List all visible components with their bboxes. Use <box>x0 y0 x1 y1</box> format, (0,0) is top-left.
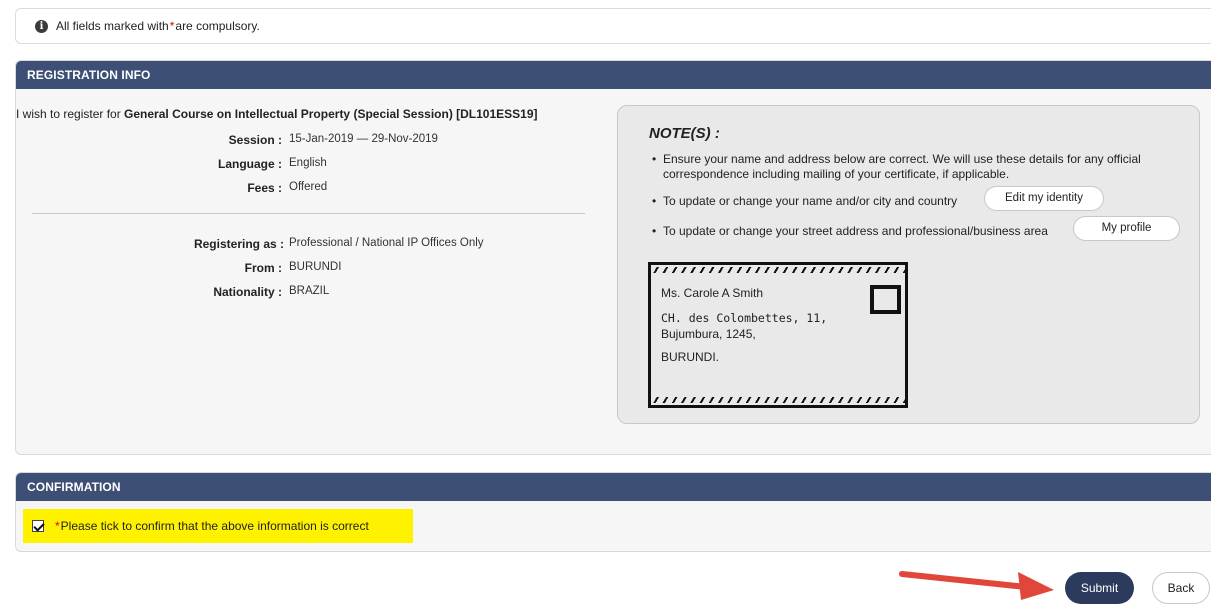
confirm-checkbox[interactable] <box>32 520 44 532</box>
fees-value: Offered <box>289 181 328 193</box>
edit-identity-button[interactable]: Edit my identity <box>984 186 1104 211</box>
bullet: • <box>652 224 657 238</box>
compulsory-notice: i All fields marked with * are compulsor… <box>15 8 1211 44</box>
course-title: General Course on Intellectual Property … <box>124 107 538 121</box>
envelope-country: BURUNDI. <box>661 350 720 364</box>
notice-prefix: All fields marked with <box>56 19 169 33</box>
address-envelope: Ms. Carole A Smith CH. des Colombettes, … <box>648 262 908 408</box>
registering-as-label: Registering as : <box>193 237 284 251</box>
from-label: From : <box>244 261 282 275</box>
session-value: 15-Jan-2019 — 29-Nov-2019 <box>289 133 438 145</box>
language-label: Language : <box>217 157 282 171</box>
notice-suffix: are compulsory. <box>175 19 260 33</box>
registration-header: REGISTRATION INFO <box>16 61 1211 89</box>
nationality-value: BRAZIL <box>289 285 330 297</box>
note-item-name-address: • Ensure your name and address below are… <box>652 152 1182 182</box>
from-value: BURUNDI <box>289 261 342 273</box>
envelope-name: Ms. Carole A Smith <box>661 286 764 300</box>
confirm-text: Please tick to confirm that the above in… <box>60 519 369 533</box>
session-label: Session : <box>228 133 282 147</box>
envelope-street: CH. des Colombettes, 11, <box>661 311 828 325</box>
note-text: Ensure your name and address below are c… <box>663 152 1141 181</box>
submit-button[interactable]: Submit <box>1065 572 1134 604</box>
nationality-label: Nationality : <box>213 285 282 299</box>
language-value: English <box>289 157 327 169</box>
note-item-profile: • To update or change your street addres… <box>652 224 1112 239</box>
intro-text: I wish to register for <box>16 107 121 121</box>
registering-as-value: Professional / National IP Offices Only <box>289 237 484 249</box>
note-text: To update or change your street address … <box>663 224 1048 238</box>
back-button[interactable]: Back <box>1152 572 1210 604</box>
fees-label: Fees : <box>247 181 282 195</box>
airmail-stripe-top <box>651 267 905 273</box>
info-icon: i <box>35 19 48 33</box>
section-divider <box>32 213 585 214</box>
note-text: To update or change your name and/or cit… <box>663 194 958 208</box>
red-arrow-icon <box>899 571 1054 600</box>
notes-title: NOTE(S) : <box>649 125 720 142</box>
stamp-icon <box>870 285 901 314</box>
my-profile-button[interactable]: My profile <box>1073 216 1180 241</box>
confirmation-header: CONFIRMATION <box>16 473 1211 501</box>
note-item-identity: • To update or change your name and/or c… <box>652 194 1012 209</box>
required-star: * <box>55 519 60 533</box>
airmail-stripe-bottom <box>651 397 905 403</box>
bullet: • <box>652 152 657 166</box>
required-star: * <box>169 19 175 33</box>
bullet: • <box>652 194 657 208</box>
registration-intro: I wish to register for General Course on… <box>16 107 538 121</box>
confirm-checkbox-row[interactable]: * Please tick to confirm that the above … <box>23 509 413 543</box>
envelope-city: Bujumbura, 1245, <box>661 327 756 341</box>
